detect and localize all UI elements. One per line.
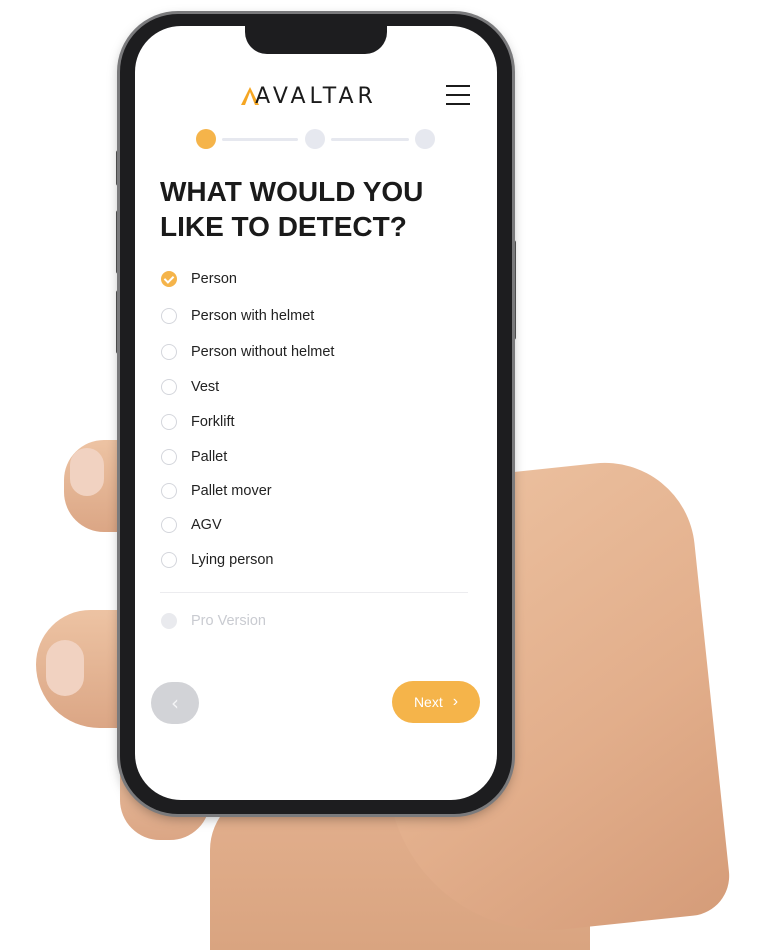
next-label: Next: [413, 694, 443, 710]
back-button[interactable]: ‹: [151, 682, 199, 724]
option-label: Person: [191, 271, 237, 287]
option-forklift[interactable]: Forklift: [161, 410, 235, 434]
option-label: Vest: [191, 379, 220, 395]
options-divider: [160, 592, 468, 593]
step-connector: [331, 138, 409, 141]
checked-radio-icon[interactable]: [161, 271, 177, 287]
option-label: Pallet mover: [191, 483, 272, 499]
radio-icon[interactable]: [161, 517, 177, 533]
disabled-radio-icon: [161, 613, 177, 629]
question-heading: WHAT WOULD YOU LIKE TO DETECT?: [160, 174, 480, 244]
step-indicator-3: [415, 129, 435, 149]
radio-icon[interactable]: [161, 344, 177, 360]
option-label: Person without helmet: [191, 344, 335, 360]
option-label: Pro Version: [191, 613, 266, 629]
option-person-with-helmet[interactable]: Person with helmet: [161, 304, 314, 328]
radio-icon[interactable]: [161, 379, 177, 395]
option-vest[interactable]: Vest: [161, 375, 219, 399]
option-pallet[interactable]: Pallet: [161, 445, 227, 469]
option-label: Forklift: [191, 414, 235, 430]
step-connector: [222, 138, 298, 141]
radio-icon[interactable]: [161, 308, 177, 324]
phone-screen: AVALTAR WHAT WOULD YOU LIKE TO DETECT? P…: [135, 26, 497, 800]
step-indicator-1: [196, 129, 216, 149]
radio-icon[interactable]: [161, 449, 177, 465]
chevron-left-icon: ‹: [171, 691, 179, 715]
next-button[interactable]: Next ›: [392, 681, 480, 723]
radio-icon[interactable]: [161, 414, 177, 430]
option-label: Pallet: [191, 449, 228, 465]
radio-icon[interactable]: [161, 552, 177, 568]
option-label: Lying person: [191, 552, 274, 568]
option-person-without-helmet[interactable]: Person without helmet: [161, 340, 334, 364]
fingernail: [70, 448, 104, 496]
step-indicator-2: [305, 129, 325, 149]
chevron-right-icon: ›: [452, 693, 459, 710]
fingernail: [46, 640, 84, 696]
hamburger-icon[interactable]: [446, 85, 470, 105]
radio-icon[interactable]: [161, 483, 177, 499]
option-pallet-mover[interactable]: Pallet mover: [161, 479, 272, 503]
phone-notch: [245, 26, 387, 54]
option-agv[interactable]: AGV: [161, 513, 222, 537]
option-lying-person[interactable]: Lying person: [161, 548, 274, 572]
option-pro-version: Pro Version: [161, 609, 266, 633]
question-line: WHAT WOULD YOU: [160, 176, 424, 207]
option-person[interactable]: Person: [161, 267, 237, 291]
option-label: AGV: [191, 517, 222, 533]
question-line: LIKE TO DETECT?: [160, 211, 407, 242]
app-logo: AVALTAR: [255, 84, 377, 109]
option-label: Person with helmet: [191, 308, 315, 324]
